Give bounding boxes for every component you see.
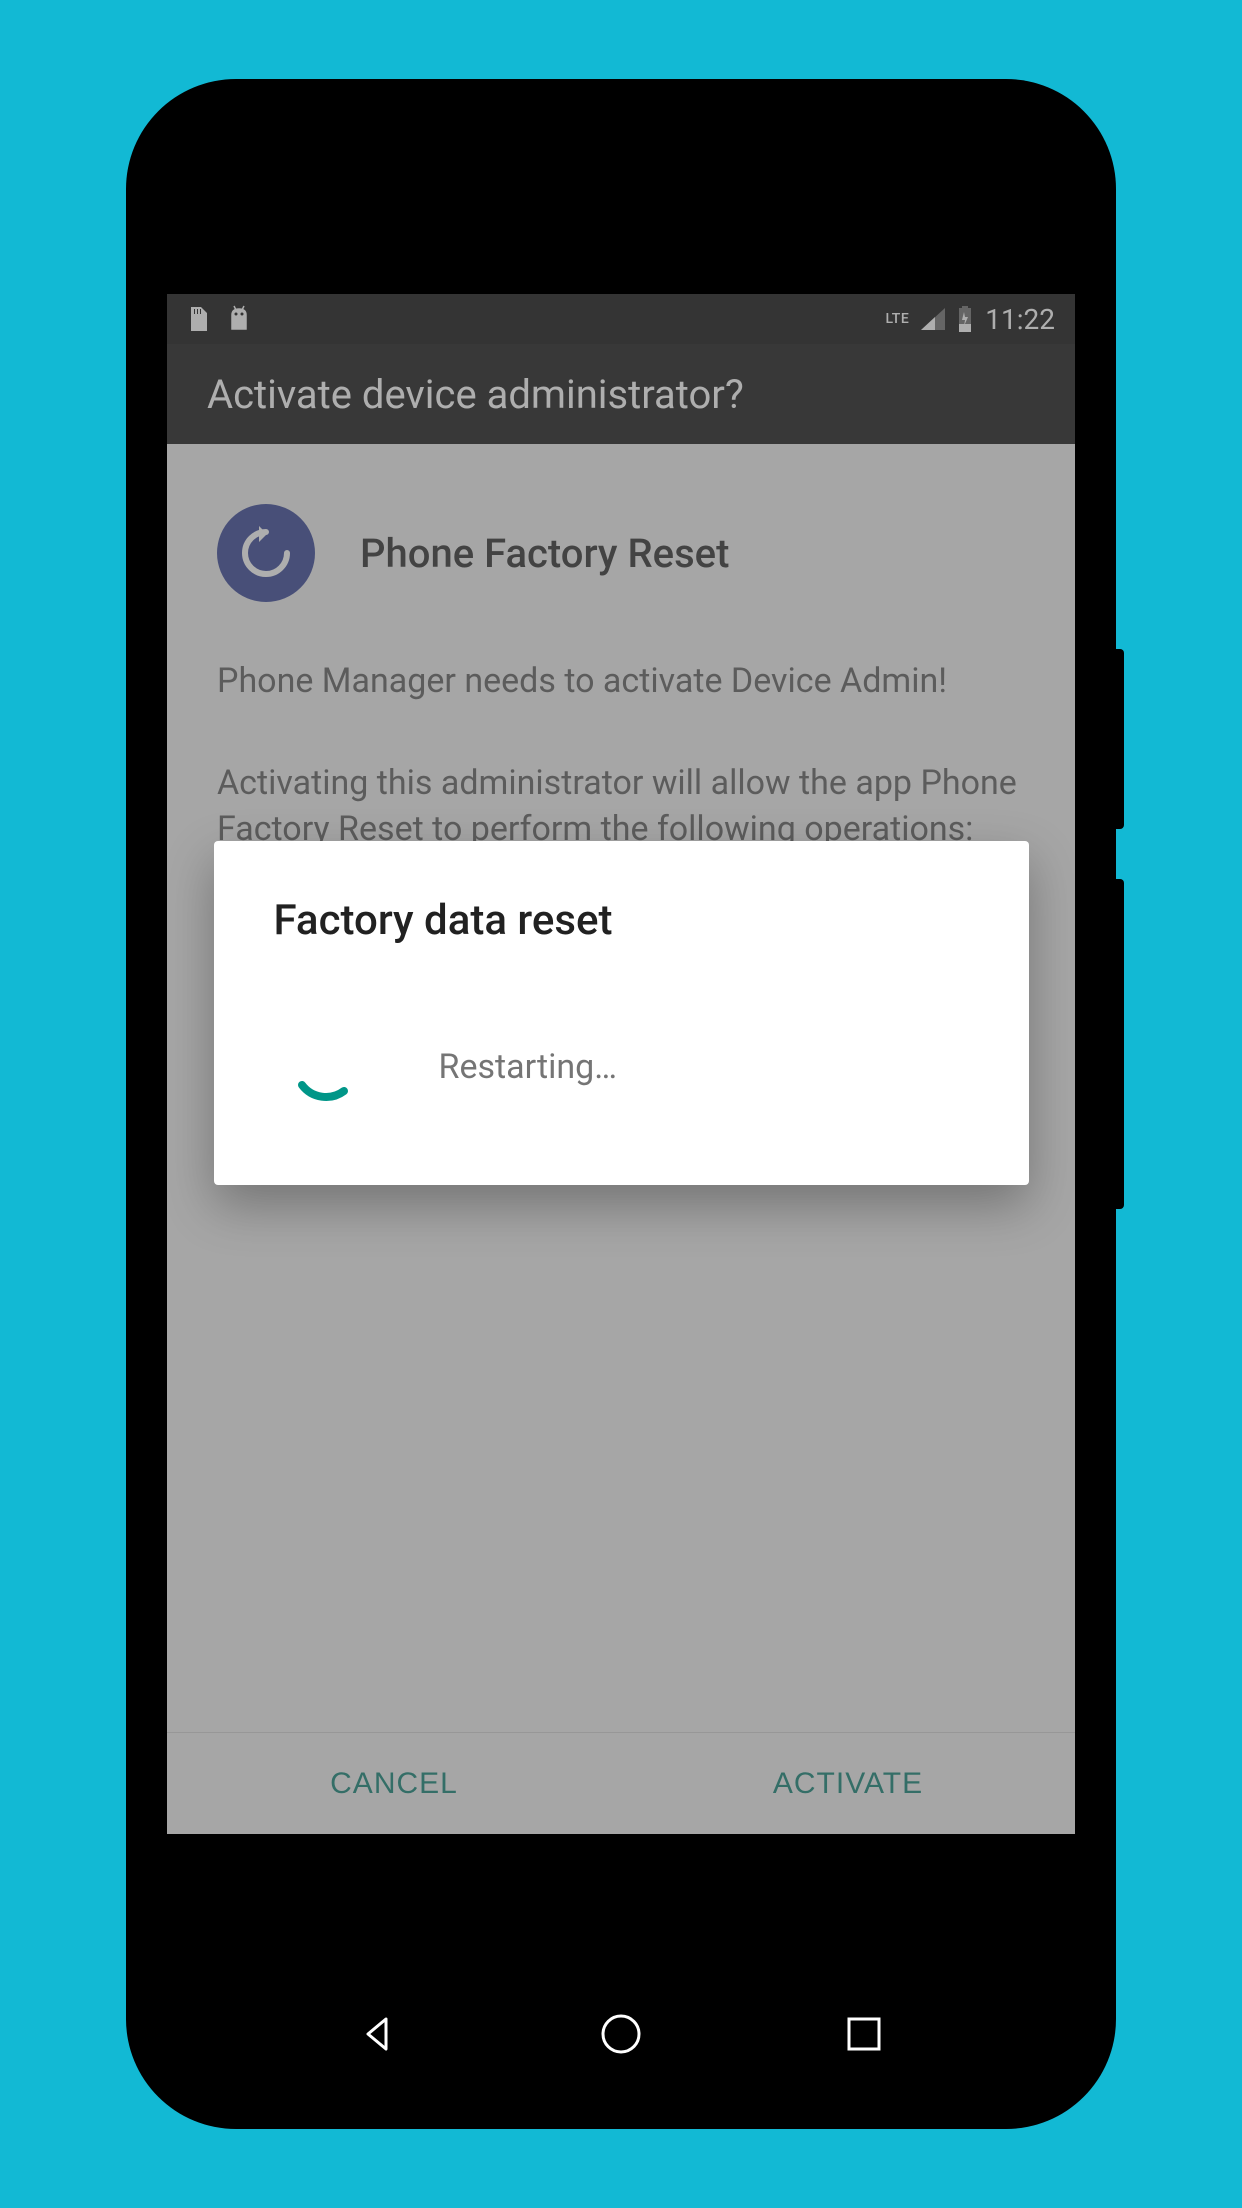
spinner-icon [284, 1025, 369, 1110]
modal-overlay: Factory data reset Restarting… [167, 294, 1075, 1834]
dialog-body: Restarting… [274, 1025, 969, 1110]
back-button[interactable] [354, 2010, 402, 2058]
nav-bar [167, 1984, 1075, 2084]
factory-reset-dialog: Factory data reset Restarting… [214, 841, 1029, 1185]
phone-side-button-2 [1116, 879, 1124, 1209]
phone-side-button-1 [1116, 649, 1124, 829]
home-button[interactable] [597, 2010, 645, 2058]
recent-button[interactable] [840, 2010, 888, 2058]
screen: LTE 11:22 Activate [167, 294, 1075, 1834]
dialog-status: Restarting… [439, 1047, 618, 1087]
dialog-title: Factory data reset [274, 896, 969, 945]
phone-frame: LTE 11:22 Activate [126, 79, 1116, 2129]
